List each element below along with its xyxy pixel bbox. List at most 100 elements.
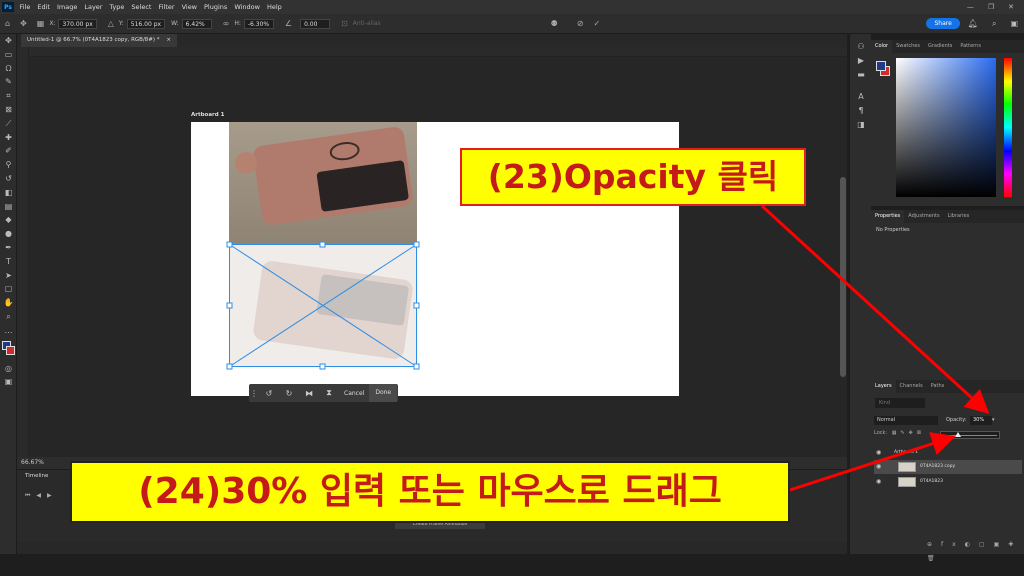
workspace-icon[interactable]: ▣: [1010, 19, 1018, 28]
opacity-slider[interactable]: [940, 431, 1000, 439]
eye-icon[interactable]: ◉: [876, 478, 881, 485]
paragraph-panel-icon[interactable]: ¶: [850, 104, 872, 118]
playback-controls[interactable]: ⏮◀▶: [25, 492, 58, 500]
menu-window[interactable]: Window: [231, 3, 264, 11]
blur-tool-icon[interactable]: ◆: [0, 213, 17, 227]
bell-icon[interactable]: 🔔︎: [968, 19, 978, 28]
eye-icon[interactable]: ◉: [876, 463, 881, 470]
move-icon[interactable]: ✥: [20, 19, 27, 28]
share-button[interactable]: Share: [926, 18, 960, 29]
menu-edit[interactable]: Edit: [34, 3, 54, 11]
crop-tool-icon[interactable]: ⌗: [0, 89, 17, 103]
home-icon[interactable]: ⌂: [5, 19, 10, 28]
opacity-slider-knob[interactable]: [955, 432, 961, 437]
color-picker-field[interactable]: [896, 58, 996, 197]
zoom-level[interactable]: 66.67%: [21, 459, 44, 466]
character-panel-icon[interactable]: A: [850, 90, 872, 104]
layer-filter-input[interactable]: Kind: [875, 398, 925, 408]
menu-view[interactable]: View: [178, 3, 200, 11]
width-input[interactable]: 6.42%: [181, 18, 212, 29]
move-tool-icon[interactable]: ✥: [0, 34, 17, 48]
opacity-input[interactable]: 30%: [970, 416, 992, 425]
menu-type[interactable]: Type: [106, 3, 128, 11]
layer-row-artboard[interactable]: ◉ Artboard 1: [874, 446, 1022, 460]
more-tools-icon[interactable]: …: [0, 324, 17, 338]
layer-row[interactable]: ◉ 0T4A1823 copy: [874, 460, 1022, 474]
frame-tool-icon[interactable]: ⊠: [0, 103, 17, 117]
tab-swatches[interactable]: Swatches: [892, 40, 924, 53]
screen-mode-icon[interactable]: ▣: [0, 375, 17, 389]
layer-actions-icons[interactable]: ⊕fx◐▢▣✚🗑︎: [927, 541, 1022, 562]
hand-tool-icon[interactable]: ✋: [0, 296, 17, 310]
menu-file[interactable]: File: [16, 3, 34, 11]
pen-tool-icon[interactable]: ✒: [0, 241, 17, 255]
rotate-left-icon[interactable]: ↺: [259, 389, 279, 398]
glyphs-panel-icon[interactable]: ◨: [850, 118, 872, 132]
healing-tool-icon[interactable]: ✚: [0, 131, 17, 145]
tab-paths[interactable]: Paths: [927, 380, 949, 393]
flip-horizontal-icon[interactable]: ⧓: [299, 389, 319, 398]
speaker-photo[interactable]: [229, 122, 417, 244]
cancel-transform-icon[interactable]: ⊘: [577, 19, 584, 28]
history-panel-icon[interactable]: ⚇: [850, 40, 872, 54]
comments-panel-icon[interactable]: ▬: [850, 68, 872, 82]
hue-slider[interactable]: [1004, 58, 1012, 197]
tab-patterns[interactable]: Patterns: [956, 40, 985, 53]
scrollbar-thumb[interactable]: [840, 177, 846, 377]
angle-input[interactable]: 0.00: [300, 18, 331, 29]
lock-icons[interactable]: ▦✎✥⊠: [892, 430, 925, 436]
restore-icon[interactable]: ❐: [988, 3, 994, 11]
tab-channels[interactable]: Channels: [896, 380, 927, 393]
stamp-tool-icon[interactable]: ⚲: [0, 158, 17, 172]
x-input[interactable]: 370.00 px: [58, 18, 97, 29]
foreground-color-swatch[interactable]: [876, 61, 886, 71]
tab-adjustments[interactable]: Adjustments: [904, 210, 943, 223]
tab-gradients[interactable]: Gradients: [924, 40, 956, 53]
quick-select-tool-icon[interactable]: ✎: [0, 75, 17, 89]
tab-libraries[interactable]: Libraries: [944, 210, 974, 223]
height-input[interactable]: -6.30%: [243, 18, 274, 29]
rotate-right-icon[interactable]: ↻: [279, 389, 299, 398]
artboard-tool-icon[interactable]: ▭: [0, 48, 17, 62]
timeline-title[interactable]: Timeline: [25, 473, 48, 479]
tab-color[interactable]: Color: [871, 40, 893, 53]
eyedropper-tool-icon[interactable]: ⟋: [0, 117, 17, 131]
link-icon[interactable]: ∞: [223, 19, 230, 28]
reference-point-icon[interactable]: ▦: [37, 19, 45, 28]
menu-filter[interactable]: Filter: [155, 3, 178, 11]
menu-layer[interactable]: Layer: [81, 3, 106, 11]
tab-properties[interactable]: Properties: [871, 210, 905, 223]
minimize-icon[interactable]: —: [967, 3, 974, 11]
color-swatches-icon[interactable]: [0, 338, 17, 362]
opacity-dropdown-icon[interactable]: ▾: [992, 416, 998, 425]
tab-layers[interactable]: Layers: [871, 380, 896, 393]
quick-mask-icon[interactable]: ◎: [0, 362, 17, 376]
y-input[interactable]: 516.00 px: [126, 18, 166, 29]
warp-icon[interactable]: ⚉: [551, 19, 558, 28]
eye-icon[interactable]: ◉: [876, 449, 881, 456]
flip-vertical-icon[interactable]: ⧗: [319, 388, 339, 398]
eraser-tool-icon[interactable]: ◧: [0, 186, 17, 200]
menu-select[interactable]: Select: [128, 3, 155, 11]
cancel-button[interactable]: Cancel: [339, 390, 369, 397]
reflected-layer[interactable]: [229, 244, 417, 366]
artboard-label[interactable]: Artboard 1: [191, 112, 224, 118]
antialias-checkbox[interactable]: Anti-alias: [353, 20, 381, 27]
shape-tool-icon[interactable]: ▢: [0, 282, 17, 296]
blend-mode-select[interactable]: Normal: [874, 416, 938, 425]
menu-plugins[interactable]: Plugins: [201, 3, 231, 11]
close-window-icon[interactable]: ✕: [1008, 3, 1014, 11]
path-select-tool-icon[interactable]: ➤: [0, 269, 17, 283]
zoom-tool-icon[interactable]: ⌕: [0, 310, 17, 324]
history-brush-icon[interactable]: ↺: [0, 172, 17, 186]
gradient-tool-icon[interactable]: ▤: [0, 200, 17, 214]
document-tab[interactable]: Untitled-1 @ 66.7% (0T4A1823 copy, RGB/8…: [21, 34, 177, 47]
search-icon[interactable]: ⌕: [992, 19, 996, 29]
canvas-vertical-scrollbar[interactable]: [839, 57, 847, 457]
drag-handle-icon[interactable]: ⋮: [249, 389, 259, 398]
opacity-label[interactable]: Opacity:: [946, 416, 967, 425]
lasso-tool-icon[interactable]: ᘯ: [0, 62, 17, 76]
menu-help[interactable]: Help: [263, 3, 285, 11]
layer-row[interactable]: ◉ 0T4A1823: [874, 475, 1022, 489]
brush-tool-icon[interactable]: ✐: [0, 144, 17, 158]
